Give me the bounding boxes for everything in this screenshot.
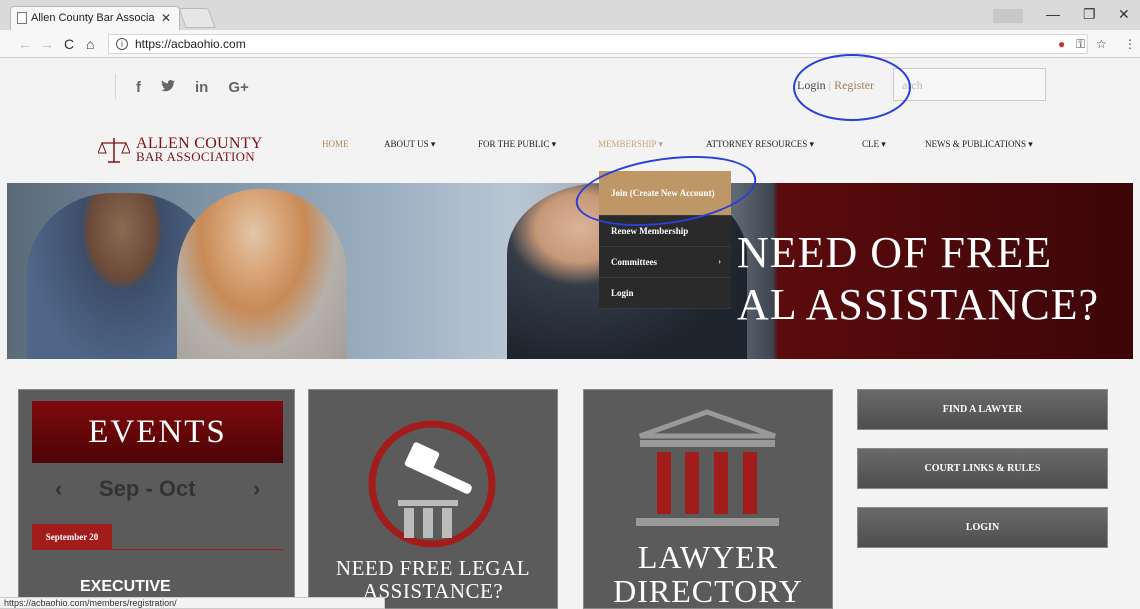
menu-icon[interactable]: ⋮ <box>1124 37 1136 51</box>
profile-badge[interactable] <box>993 9 1023 23</box>
events-month: Sep - Oct <box>99 476 196 501</box>
nav-home[interactable]: HOME <box>322 139 349 149</box>
dropdown-item-login[interactable]: Login <box>599 278 731 309</box>
url-input[interactable]: i https://acbaohio.com <box>108 34 1088 54</box>
annotation-circle-register <box>793 54 911 121</box>
next-month-icon[interactable]: › <box>253 476 260 502</box>
chevron-right-icon: › <box>718 257 721 266</box>
gavel-icon <box>368 420 496 548</box>
legal-line-1: NEED FREE LEGAL <box>335 556 531 580</box>
event-date-badge: September 20 <box>32 524 112 550</box>
back-icon[interactable]: ← <box>18 36 32 52</box>
lawyer-directory-text: LAWYER DIRECTORY <box>583 540 833 608</box>
hero-banner[interactable]: NEED OF FREE AL ASSISTANCE? <box>7 183 1133 359</box>
close-window-icon[interactable]: ✕ <box>1118 6 1130 23</box>
link-status-bar: https://acbaohio.com/members/registratio… <box>0 597 385 609</box>
scales-of-justice-icon <box>98 138 130 163</box>
search-input[interactable]: arch <box>893 68 1046 101</box>
new-tab-button[interactable] <box>178 8 216 28</box>
info-icon[interactable]: i <box>116 38 128 50</box>
key-icon[interactable]: ⚿ <box>1076 37 1085 52</box>
browser-tab-bar: Allen County Bar Associa ✕ — ❐ ✕ <box>0 0 1140 30</box>
directory-line-1: LAWYER <box>637 539 779 575</box>
events-title: EVENTS <box>32 401 283 463</box>
dropdown-item-committees[interactable]: Committees › <box>599 247 731 278</box>
extension-icon[interactable]: ● <box>1058 37 1065 51</box>
minimize-icon[interactable]: — <box>1046 6 1060 22</box>
nav-about-us[interactable]: ABOUT US ▾ <box>384 139 435 150</box>
event-divider <box>112 549 283 550</box>
forward-icon[interactable]: → <box>40 36 54 52</box>
committees-label: Committees <box>611 257 657 267</box>
page-icon <box>17 12 27 24</box>
linkedin-icon[interactable]: in <box>195 79 208 96</box>
site-logo[interactable]: ALLEN COUNTY BAR ASSOCIATION <box>98 136 263 164</box>
nav-membership[interactable]: MEMBERSHIP ▾ <box>598 139 663 150</box>
court-links-rules-button[interactable]: COURT LINKS & RULES <box>857 448 1108 489</box>
reload-icon[interactable]: C <box>64 36 74 52</box>
nav-cle[interactable]: CLE ▾ <box>862 139 886 150</box>
logo-line-2: BAR ASSOCIATION <box>136 149 255 164</box>
login-button[interactable]: LOGIN <box>857 507 1108 548</box>
url-text: https://acbaohio.com <box>135 37 246 51</box>
social-links: f in G+ <box>115 74 249 100</box>
address-bar-row: ← → C ⌂ i https://acbaohio.com ● ⚿ ☆ ⋮ <box>0 30 1140 58</box>
hero-line-2: AL ASSISTANCE? <box>737 280 1100 329</box>
tab-title: Allen County Bar Associa <box>31 12 155 24</box>
star-icon[interactable]: ☆ <box>1096 37 1107 51</box>
home-icon[interactable]: ⌂ <box>86 36 94 52</box>
google-plus-icon[interactable]: G+ <box>228 79 248 96</box>
directory-line-2: DIRECTORY <box>613 573 803 609</box>
hero-photo-person-2 <box>177 189 347 359</box>
hero-line-1: NEED OF FREE <box>737 228 1053 277</box>
close-tab-icon[interactable]: ✕ <box>161 11 171 25</box>
maximize-icon[interactable]: ❐ <box>1083 6 1096 23</box>
find-a-lawyer-button[interactable]: FIND A LAWYER <box>857 389 1108 430</box>
prev-month-icon[interactable]: ‹ <box>55 476 62 502</box>
facebook-icon[interactable]: f <box>136 79 141 96</box>
nav-attorney-resources[interactable]: ATTORNEY RESOURCES ▾ <box>706 139 814 150</box>
nav-for-the-public[interactable]: FOR THE PUBLIC ▾ <box>478 139 556 150</box>
hero-headline: NEED OF FREE AL ASSISTANCE? <box>737 227 1099 331</box>
browser-tab[interactable]: Allen County Bar Associa ✕ <box>10 6 180 30</box>
twitter-icon[interactable] <box>161 79 175 96</box>
courthouse-icon <box>636 409 779 526</box>
nav-news-publications[interactable]: NEWS & PUBLICATIONS ▾ <box>925 139 1033 150</box>
event-title[interactable]: EXECUTIVE <box>80 578 171 596</box>
